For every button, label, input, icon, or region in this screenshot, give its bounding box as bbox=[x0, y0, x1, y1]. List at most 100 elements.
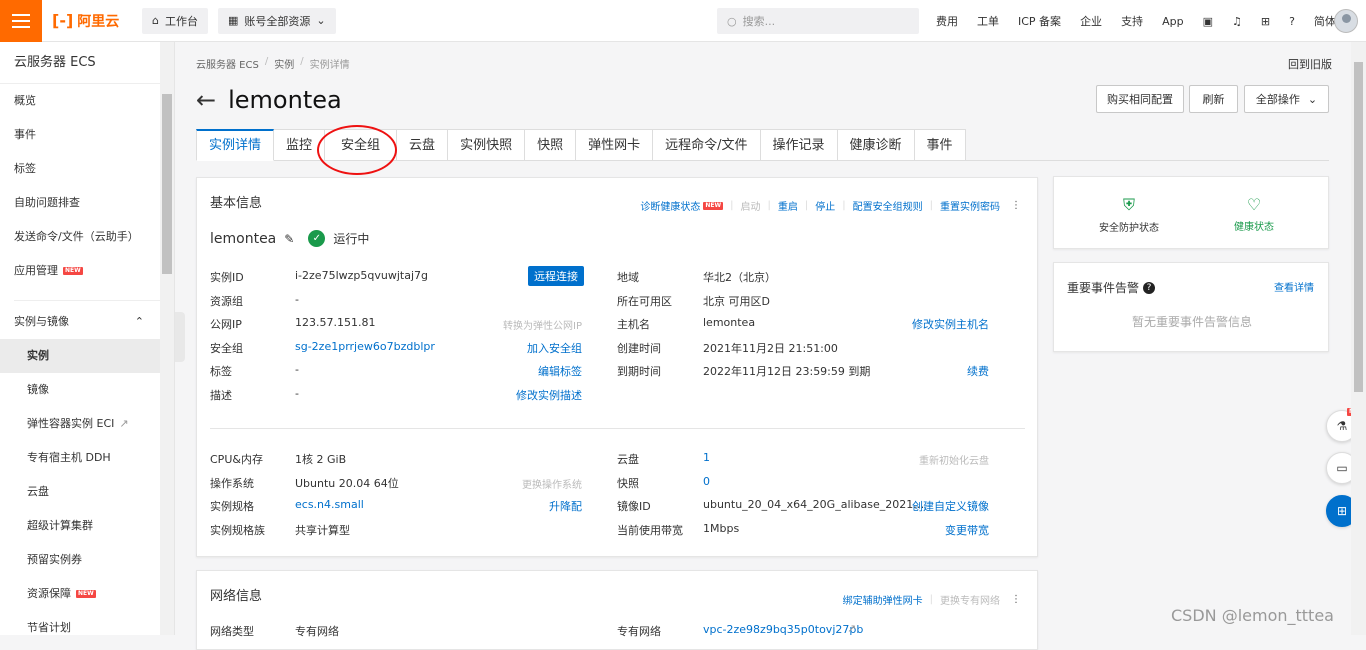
logo-bracket-icon: [-] bbox=[52, 11, 74, 30]
config-sg-rules-link[interactable]: 配置安全组规则 bbox=[853, 198, 923, 213]
search-input[interactable]: ○ 搜索... bbox=[717, 8, 919, 34]
change-bandwidth-link[interactable]: 变更带宽 bbox=[945, 522, 989, 538]
value-image-id: ubuntu_20_04_x64_20G_alibase_2021… bbox=[703, 498, 925, 511]
join-sg-link[interactable]: 加入安全组 bbox=[527, 340, 582, 356]
upgrade-link[interactable]: 升降配 bbox=[549, 498, 582, 514]
value-disk[interactable]: 1 bbox=[703, 451, 710, 464]
sidebar-item-ri[interactable]: 预留实例券 bbox=[0, 543, 174, 577]
remote-connect-button[interactable]: 远程连接 bbox=[528, 266, 584, 286]
sidebar-item-ddh[interactable]: 专有宿主机 DDH bbox=[0, 441, 174, 475]
label-spec: 实例规格 bbox=[210, 500, 254, 513]
label-region: 地域 bbox=[617, 271, 639, 284]
nav-language[interactable]: 简体 bbox=[1314, 13, 1336, 29]
more-icon[interactable]: ⋮ bbox=[1011, 594, 1021, 605]
nav-support[interactable]: 支持 bbox=[1121, 13, 1143, 29]
help-icon[interactable]: ? bbox=[1143, 281, 1156, 294]
value-cpu-mem: 1核 2 GiB bbox=[295, 453, 347, 466]
breadcrumb-instances[interactable]: 实例 bbox=[274, 56, 294, 71]
value-spec-family: 共享计算型 bbox=[295, 524, 350, 537]
value-snapshot[interactable]: 0 bbox=[703, 475, 710, 488]
main-scroll-thumb[interactable] bbox=[1354, 62, 1363, 392]
aliyun-logo[interactable]: [-] 阿里云 bbox=[52, 11, 132, 31]
value-hostname: lemontea bbox=[703, 316, 756, 329]
tab-instance-details[interactable]: 实例详情 bbox=[196, 129, 275, 161]
sidebar-item-scc[interactable]: 超级计算集群 bbox=[0, 509, 174, 543]
label-tags: 标签 bbox=[210, 365, 232, 378]
sidebar-item-tags[interactable]: 标签 bbox=[0, 152, 174, 186]
change-os-link[interactable]: 更换操作系统 bbox=[522, 476, 582, 491]
sidebar-item-cloud-assistant[interactable]: 发送命令/文件（云助手） bbox=[0, 220, 174, 254]
tab-instance-snapshot[interactable]: 实例快照 bbox=[448, 129, 526, 161]
avatar[interactable] bbox=[1334, 9, 1358, 33]
sidebar-item-troubleshoot[interactable]: 自助问题排查 bbox=[0, 186, 174, 220]
sidebar-scrollbar[interactable] bbox=[160, 42, 174, 635]
back-arrow-icon[interactable]: ← bbox=[196, 86, 216, 114]
edit-icon[interactable]: ✎ bbox=[284, 232, 294, 246]
sidebar-group-instances-images[interactable]: 实例与镜像 ⌃ bbox=[0, 305, 174, 339]
diagnose-health-link[interactable]: 诊断健康状态 bbox=[640, 198, 700, 213]
sidebar-item-eci[interactable]: 弹性容器实例 ECI ↗ bbox=[0, 407, 174, 441]
back-to-old-version-link[interactable]: 回到旧版 bbox=[1288, 56, 1332, 72]
cart-icon[interactable]: ⊞ bbox=[1261, 15, 1270, 28]
create-custom-image-link[interactable]: 创建自定义镜像 bbox=[912, 498, 989, 514]
change-vpc-link[interactable]: 更换专有网络 bbox=[940, 592, 1000, 607]
nav-enterprise[interactable]: 企业 bbox=[1080, 13, 1102, 29]
breadcrumb: 云服务器 ECS / 实例 / 实例详情 bbox=[196, 56, 350, 71]
edit-tags-link[interactable]: 编辑标签 bbox=[538, 363, 582, 379]
nav-fee[interactable]: 费用 bbox=[936, 13, 958, 29]
sidebar-item-images[interactable]: 镜像 bbox=[0, 373, 174, 407]
sidebar-item-events[interactable]: 事件 bbox=[0, 118, 174, 152]
renew-link[interactable]: 续费 bbox=[967, 363, 989, 379]
tab-events[interactable]: 事件 bbox=[914, 129, 966, 161]
bell-icon[interactable]: ♫ bbox=[1232, 15, 1242, 28]
all-operations-dropdown[interactable]: 全部操作 ⌄ bbox=[1244, 85, 1329, 113]
sidebar-item-instances[interactable]: 实例 bbox=[0, 339, 174, 373]
restart-link[interactable]: 重启 bbox=[778, 198, 798, 213]
sidebar-item-overview[interactable]: 概览 bbox=[0, 84, 174, 118]
menu-icon[interactable] bbox=[0, 0, 42, 42]
sidebar-item-disks[interactable]: 云盘 bbox=[0, 475, 174, 509]
sidebar-item-app-management[interactable]: 应用管理 NEW bbox=[0, 254, 174, 288]
reinit-disk-link[interactable]: 重新初始化云盘 bbox=[919, 452, 989, 467]
buy-same-config-button[interactable]: 购买相同配置 bbox=[1096, 85, 1184, 113]
sidebar-item-capacity[interactable]: 资源保障 NEW bbox=[0, 577, 174, 611]
view-details-link[interactable]: 查看详情 bbox=[1274, 279, 1314, 294]
edit-description-link[interactable]: 修改实例描述 bbox=[516, 387, 582, 403]
shield-icon: ⛨ bbox=[1122, 195, 1135, 214]
tab-disks[interactable]: 云盘 bbox=[397, 129, 449, 161]
resource-selector[interactable]: ▦ 账号全部资源 ⌄ bbox=[217, 7, 336, 34]
terminal-icon[interactable]: ▣ bbox=[1203, 15, 1213, 28]
value-security-group[interactable]: sg-2ze1prrjew6o7bzdblpr bbox=[295, 340, 435, 353]
main-scrollbar[interactable] bbox=[1351, 42, 1366, 635]
tab-remote-command[interactable]: 远程命令/文件 bbox=[653, 129, 761, 161]
start-link[interactable]: 启动 bbox=[741, 198, 761, 213]
tab-snapshot[interactable]: 快照 bbox=[525, 129, 577, 161]
value-created: 2021年11月2日 21:51:00 bbox=[703, 342, 838, 355]
stop-link[interactable]: 停止 bbox=[815, 198, 835, 213]
health-status[interactable]: ♡ 健康状态 bbox=[1194, 195, 1314, 233]
value-spec[interactable]: ecs.n4.small bbox=[295, 498, 364, 511]
workbench-button[interactable]: ⌂ 工作台 bbox=[142, 7, 208, 34]
convert-eip-link[interactable]: 转换为弹性公网IP bbox=[503, 317, 582, 332]
security-status[interactable]: ⛨ 安全防护状态 bbox=[1069, 195, 1189, 234]
nav-icp[interactable]: ICP 备案 bbox=[1018, 13, 1061, 29]
edit-hostname-link[interactable]: 修改实例主机名 bbox=[912, 316, 989, 332]
tab-eni[interactable]: 弹性网卡 bbox=[576, 129, 654, 161]
help-icon[interactable]: ? bbox=[1289, 15, 1295, 28]
refresh-button[interactable]: 刷新 bbox=[1189, 85, 1238, 113]
tab-operation-log[interactable]: 操作记录 bbox=[760, 129, 838, 161]
nav-app[interactable]: App bbox=[1162, 15, 1184, 28]
more-icon[interactable]: ⋮ bbox=[1011, 200, 1021, 211]
reset-password-link[interactable]: 重置实例密码 bbox=[940, 198, 1000, 213]
network-info-card: 网络信息 绑定辅助弹性网卡 | 更换专有网络 ⋮ 网络类型 专有网络 专有网络 v… bbox=[196, 570, 1038, 650]
breadcrumb-ecs[interactable]: 云服务器 ECS bbox=[196, 56, 259, 71]
tab-health-diagnosis[interactable]: 健康诊断 bbox=[837, 129, 915, 161]
nav-ticket[interactable]: 工单 bbox=[977, 13, 999, 29]
value-vpc[interactable]: vpc-2ze98z9bq35p0tovj27pb bbox=[703, 623, 863, 636]
sidebar-scroll-thumb[interactable] bbox=[162, 94, 172, 274]
value-tags: - bbox=[295, 363, 299, 376]
sidebar-collapse-handle[interactable] bbox=[175, 312, 185, 362]
sidebar-item-savings-plan[interactable]: 节省计划 bbox=[0, 611, 174, 635]
bind-eni-link[interactable]: 绑定辅助弹性网卡 bbox=[843, 592, 923, 607]
new-badge: NEW bbox=[76, 590, 96, 598]
